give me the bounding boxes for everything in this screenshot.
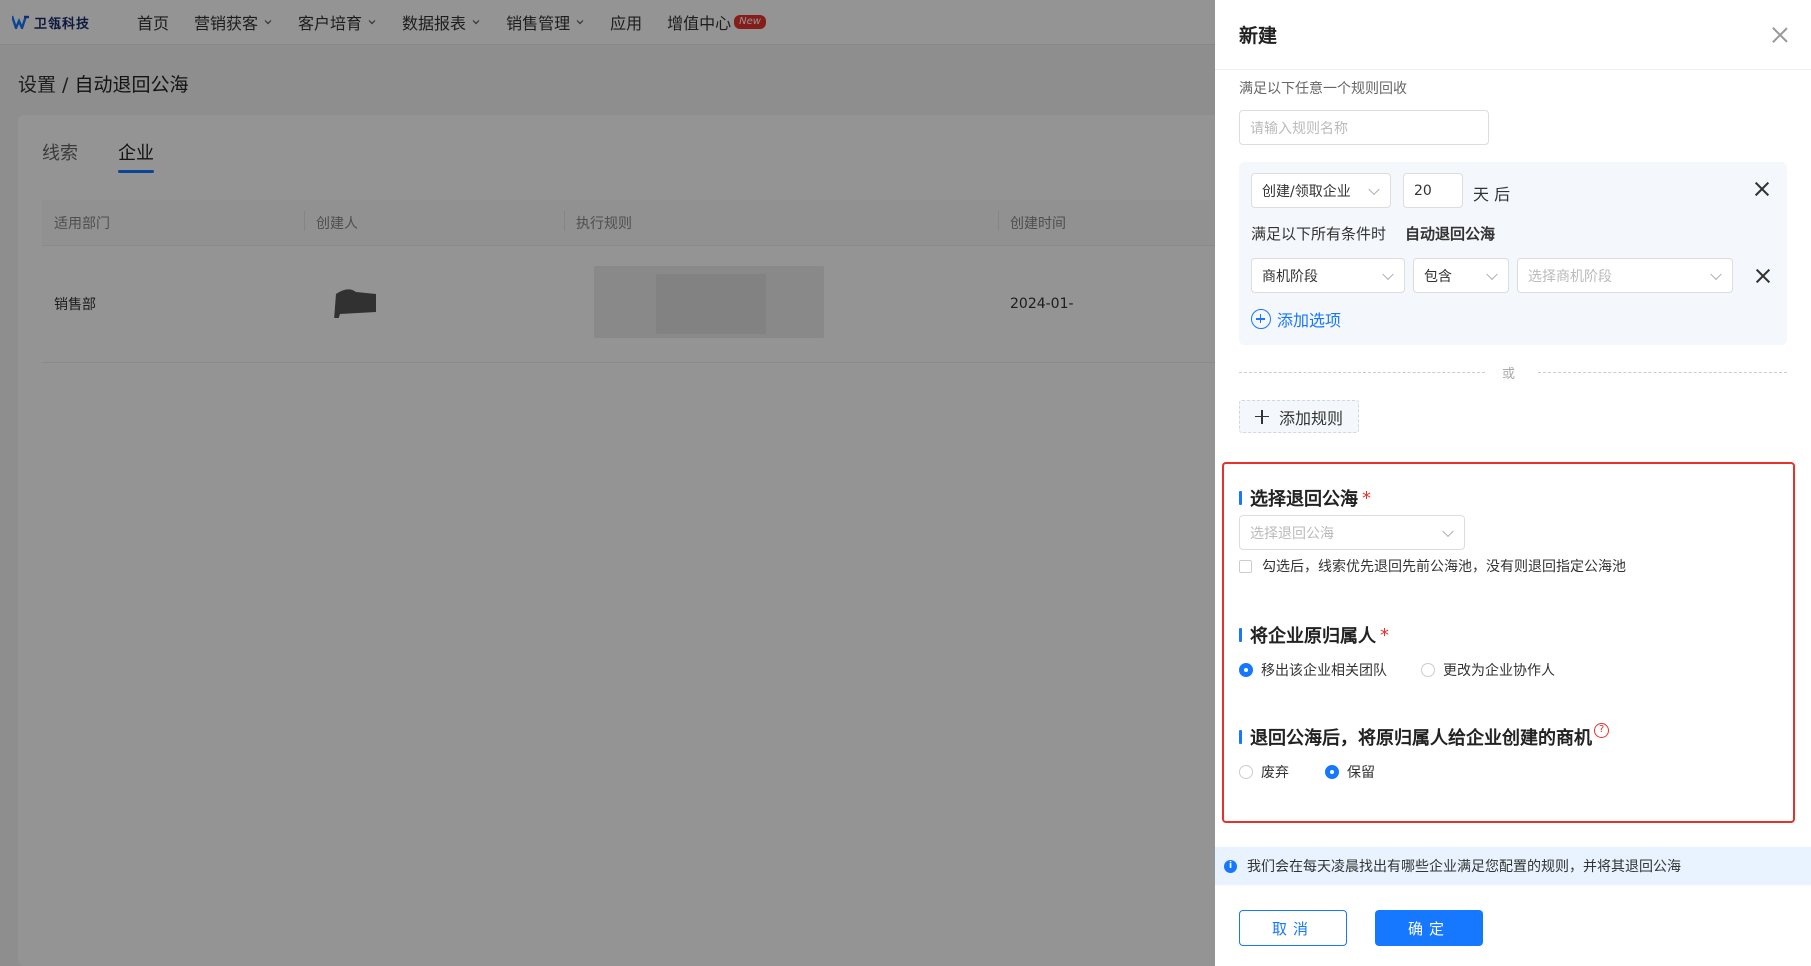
pool-select[interactable]: 选择退回公海 bbox=[1239, 515, 1465, 550]
close-icon[interactable] bbox=[1771, 26, 1789, 44]
operator-select-value: 包含 bbox=[1424, 268, 1452, 285]
opportunity-section-title: 退回公海后，将原归属人给企业创建的商机 ? bbox=[1239, 722, 1609, 750]
confirm-button[interactable]: 确定 bbox=[1375, 910, 1483, 946]
help-icon[interactable]: ? bbox=[1594, 722, 1609, 738]
condition-action: 自动退回公海 bbox=[1405, 225, 1496, 243]
condition-prefix: 满足以下所有条件时 bbox=[1251, 225, 1387, 243]
radio-button[interactable] bbox=[1239, 663, 1253, 677]
radio-button[interactable] bbox=[1239, 765, 1253, 779]
rule-card: 创建/领取企业 20 天 后 满足以下所有条件时 自动退回公海 商机阶段 包含 … bbox=[1239, 162, 1787, 345]
checkbox-label: 勾选后，线索优先退回先前公海池，没有则退回指定公海池 bbox=[1262, 559, 1626, 575]
operator-select[interactable]: 包含 bbox=[1413, 258, 1509, 293]
stage-select-placeholder: 选择商机阶段 bbox=[1528, 268, 1612, 285]
radio-label: 更改为企业协作人 bbox=[1443, 663, 1555, 679]
add-rule-button[interactable]: 添加规则 bbox=[1239, 400, 1359, 433]
section-marker bbox=[1239, 730, 1242, 744]
chevron-down-icon bbox=[1486, 268, 1498, 280]
divider bbox=[1538, 372, 1787, 373]
radio-keep[interactable]: 保留 bbox=[1325, 762, 1375, 782]
rule-hint: 满足以下任意一个规则回收 bbox=[1239, 81, 1407, 97]
trigger-select[interactable]: 创建/领取企业 bbox=[1251, 173, 1391, 208]
trigger-select-value: 创建/领取企业 bbox=[1262, 183, 1351, 200]
pool-section-label: 选择退回公海 bbox=[1250, 489, 1358, 510]
info-banner: i 我们会在每天凌晨找出有哪些企业满足您配置的规则，并将其退回公海 bbox=[1215, 847, 1811, 885]
opportunity-section-label: 退回公海后，将原归属人给企业创建的商机 bbox=[1250, 728, 1592, 749]
radio-discard[interactable]: 废弃 bbox=[1239, 762, 1289, 782]
checkbox[interactable] bbox=[1239, 559, 1252, 573]
chevron-down-icon bbox=[1382, 268, 1394, 280]
radio-remove-from-team[interactable]: 移出该企业相关团队 bbox=[1239, 660, 1387, 680]
info-text: 我们会在每天凌晨找出有哪些企业满足您配置的规则，并将其退回公海 bbox=[1247, 859, 1681, 875]
chevron-down-icon bbox=[1442, 525, 1454, 537]
info-icon: i bbox=[1224, 859, 1237, 873]
radio-label: 废弃 bbox=[1261, 765, 1289, 781]
radio-label: 移出该企业相关团队 bbox=[1261, 663, 1387, 679]
section-marker bbox=[1239, 628, 1242, 642]
stage-select[interactable]: 选择商机阶段 bbox=[1517, 258, 1733, 293]
radio-change-to-collaborator[interactable]: 更改为企业协作人 bbox=[1421, 660, 1555, 680]
rule-name-input[interactable]: 请输入规则名称 bbox=[1239, 110, 1489, 145]
or-label: 或 bbox=[1502, 367, 1516, 382]
opportunity-radio-group: 废弃 保留 bbox=[1239, 762, 1407, 782]
divider bbox=[1239, 372, 1485, 373]
drawer-header: 新建 bbox=[1215, 0, 1811, 70]
drawer-title: 新建 bbox=[1239, 25, 1278, 47]
add-option-button[interactable]: 添加选项 bbox=[1251, 307, 1341, 331]
chevron-down-icon bbox=[1710, 268, 1722, 280]
owner-section-title: 将企业原归属人 * bbox=[1239, 622, 1389, 648]
section-marker bbox=[1239, 491, 1242, 505]
chevron-down-icon bbox=[1368, 183, 1380, 195]
days-input[interactable]: 20 bbox=[1403, 173, 1463, 208]
radio-button[interactable] bbox=[1421, 663, 1435, 677]
field-select[interactable]: 商机阶段 bbox=[1251, 258, 1405, 293]
plus-circle-icon bbox=[1251, 309, 1271, 329]
rule-name-placeholder: 请输入规则名称 bbox=[1250, 120, 1348, 137]
plus-icon bbox=[1254, 409, 1269, 424]
cancel-button[interactable]: 取消 bbox=[1239, 910, 1347, 946]
delete-rule-icon[interactable] bbox=[1755, 182, 1769, 196]
radio-label: 保留 bbox=[1347, 765, 1375, 781]
add-rule-label: 添加规则 bbox=[1278, 408, 1343, 428]
pool-select-placeholder: 选择退回公海 bbox=[1250, 525, 1334, 542]
required-mark: * bbox=[1380, 624, 1389, 646]
add-option-label: 添加选项 bbox=[1277, 311, 1342, 330]
owner-section-label: 将企业原归属人 bbox=[1250, 626, 1376, 647]
days-suffix: 天 后 bbox=[1473, 185, 1511, 204]
owner-radio-group: 移出该企业相关团队 更改为企业协作人 bbox=[1239, 660, 1587, 680]
pool-section-title: 选择退回公海 * bbox=[1239, 485, 1371, 511]
delete-condition-icon[interactable] bbox=[1756, 269, 1770, 283]
field-select-value: 商机阶段 bbox=[1262, 268, 1318, 285]
radio-button[interactable] bbox=[1325, 765, 1339, 779]
required-mark: * bbox=[1362, 487, 1371, 509]
new-rule-drawer: 新建 满足以下任意一个规则回收 请输入规则名称 创建/领取企业 20 天 后 满… bbox=[1215, 0, 1811, 966]
prefer-previous-pool-option[interactable]: 勾选后，线索优先退回先前公海池，没有则退回指定公海池 bbox=[1239, 556, 1626, 576]
days-value: 20 bbox=[1414, 182, 1432, 199]
